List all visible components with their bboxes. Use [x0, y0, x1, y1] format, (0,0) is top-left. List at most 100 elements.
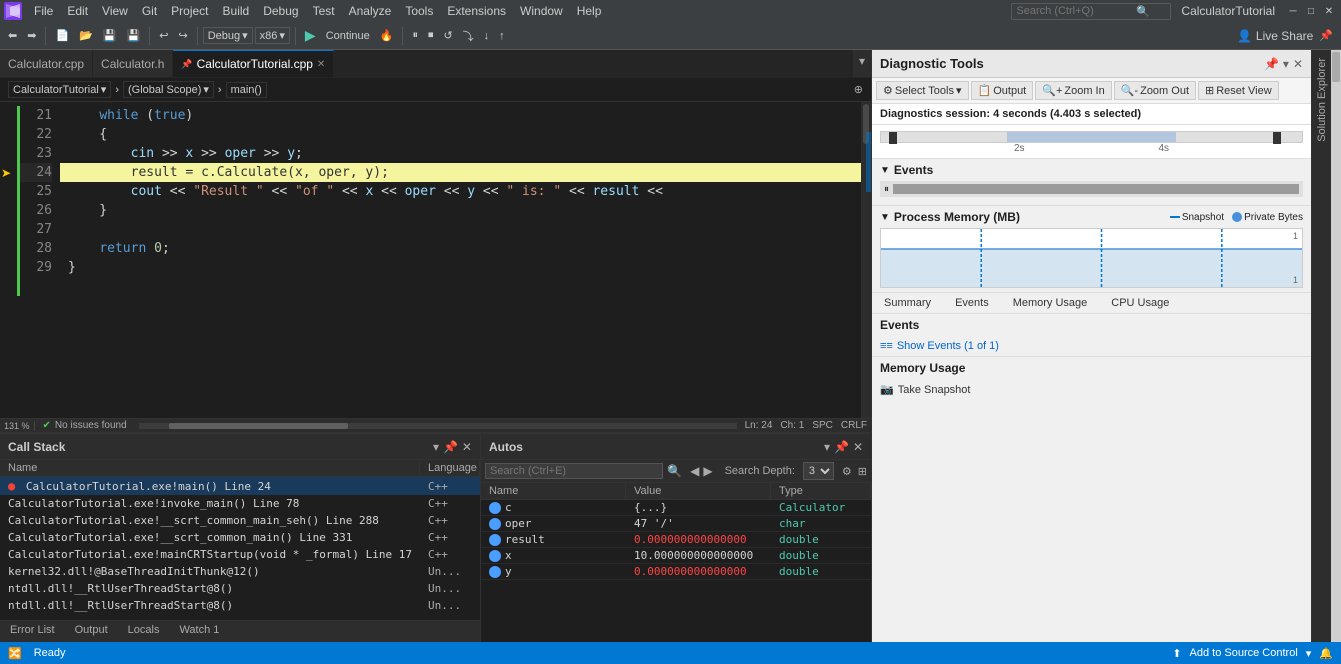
hscroll-track[interactable]: [139, 423, 737, 429]
menu-window[interactable]: Window: [514, 2, 569, 20]
menu-edit[interactable]: Edit: [61, 2, 94, 20]
take-snapshot-btn[interactable]: 📷 Take Snapshot: [872, 379, 1311, 400]
toolbar-redo-btn[interactable]: ↪: [174, 27, 191, 44]
step-out-btn[interactable]: ↑: [495, 28, 509, 44]
menu-git[interactable]: Git: [136, 2, 163, 20]
timeline-bar[interactable]: [880, 131, 1303, 143]
menu-build[interactable]: Build: [217, 2, 256, 20]
filter-btn[interactable]: ⚙: [842, 465, 852, 478]
tab-watch1[interactable]: Watch 1: [169, 621, 229, 642]
diag-tab-cpu-usage[interactable]: CPU Usage: [1099, 293, 1181, 313]
zoom-out-btn[interactable]: 🔍- Zoom Out: [1114, 81, 1196, 100]
close-button[interactable]: ✕: [1321, 3, 1337, 19]
tab-calculator-h[interactable]: Calculator.h: [93, 50, 173, 77]
expand-btn[interactable]: ⊞: [858, 465, 867, 478]
toolbar-back-btn[interactable]: ⬅: [4, 27, 21, 44]
step-into-btn[interactable]: ↓: [480, 28, 494, 44]
panel-pin-btn[interactable]: 📌: [443, 440, 458, 454]
diag-close-btn[interactable]: ✕: [1293, 57, 1303, 71]
events-header[interactable]: ▼ Events: [880, 163, 1303, 177]
diag-tab-events[interactable]: Events: [943, 293, 1001, 313]
menu-view[interactable]: View: [96, 2, 134, 20]
cs-row-4[interactable]: CalculatorTutorial.exe!mainCRTStartup(vo…: [0, 546, 480, 563]
menu-help[interactable]: Help: [571, 2, 608, 20]
autos-row-3[interactable]: x 10.000000000000000 double: [481, 548, 871, 564]
autos-dropdown-btn[interactable]: ▾: [824, 440, 830, 454]
pause-btn[interactable]: ⏸: [408, 27, 422, 44]
toolbar-save-all-btn[interactable]: 💾: [123, 27, 145, 44]
editor-hscroll[interactable]: 131 % ✔ No issues found Ln: 24 Ch: 1 SPC…: [0, 418, 871, 432]
autos-row-2[interactable]: result 0.000000000000000 double: [481, 532, 871, 548]
tab-close-icon[interactable]: ✕: [317, 59, 325, 70]
toolbar-save-btn[interactable]: 💾: [99, 27, 121, 44]
diag-vscroll[interactable]: [1331, 50, 1341, 642]
zoom-in-btn[interactable]: 🔍+ Zoom In: [1035, 81, 1111, 100]
restart-btn[interactable]: ↺: [439, 27, 456, 44]
panel-dropdown-btn[interactable]: ▾: [433, 440, 439, 454]
cs-row-1[interactable]: CalculatorTutorial.exe!invoke_main() Lin…: [0, 495, 480, 512]
toolbar-forward-btn[interactable]: ➡: [23, 27, 40, 44]
cs-row-0[interactable]: ● CalculatorTutorial.exe!main() Line 24 …: [0, 477, 480, 495]
search-box[interactable]: 🔍: [1011, 3, 1171, 20]
stop-btn[interactable]: ⏹: [424, 27, 438, 44]
menu-analyze[interactable]: Analyze: [343, 2, 398, 20]
events-pause-btn[interactable]: ⏸: [884, 184, 889, 195]
autos-row-0[interactable]: c {...} Calculator: [481, 500, 871, 516]
debug-mode-dropdown[interactable]: Debug ▾: [203, 27, 253, 44]
diag-pin-btn[interactable]: 📌: [1264, 57, 1279, 71]
timeline-right-thumb[interactable]: [1273, 132, 1281, 144]
code-editor[interactable]: ➤ 21 22 23 24 25 26 27 28 29 while (true…: [0, 102, 871, 418]
diag-tab-summary[interactable]: Summary: [872, 293, 943, 313]
tab-calculatortutorial-cpp[interactable]: 📌 CalculatorTutorial.cpp ✕: [173, 50, 334, 77]
panel-close-btn[interactable]: ✕: [462, 440, 472, 454]
menu-test[interactable]: Test: [307, 2, 341, 20]
project-dropdown[interactable]: CalculatorTutorial ▾: [8, 81, 111, 98]
live-share-button[interactable]: 👤 Live Share: [1237, 29, 1313, 43]
reset-view-btn[interactable]: ⊞ Reset View: [1198, 81, 1279, 100]
scope-dropdown[interactable]: (Global Scope) ▾: [123, 81, 214, 98]
hot-reload-btn[interactable]: 🔥: [376, 27, 398, 44]
editor-settings-btn[interactable]: ⊕: [854, 83, 863, 96]
show-events-btn[interactable]: ≡≡ Show Events (1 of 1): [872, 336, 1311, 356]
cs-row-3[interactable]: CalculatorTutorial.exe!__scrt_common_mai…: [0, 529, 480, 546]
solution-explorer-label[interactable]: Solution Explorer: [1312, 50, 1332, 150]
timeline-left-thumb[interactable]: [889, 132, 897, 144]
platform-dropdown[interactable]: x86 ▾: [255, 27, 290, 44]
function-dropdown[interactable]: main(): [226, 82, 267, 98]
cs-row-2[interactable]: CalculatorTutorial.exe!__scrt_common_mai…: [0, 512, 480, 529]
menu-project[interactable]: Project: [165, 2, 214, 20]
toolbar-pin-btn[interactable]: 📌: [1315, 27, 1337, 44]
timeline[interactable]: 2s 4s: [872, 125, 1311, 159]
step-over-btn[interactable]: ⤵: [459, 26, 478, 46]
code-content[interactable]: while (true) { cin >> x >> oper >> y; re…: [60, 102, 861, 418]
menu-tools[interactable]: Tools: [399, 2, 439, 20]
autos-pin-btn[interactable]: 📌: [834, 440, 849, 454]
cs-row-6[interactable]: ntdll.dll!__RtlUserThreadStart@8() Un...: [0, 580, 480, 597]
autos-search-input[interactable]: [485, 463, 663, 479]
tab-calculator-cpp[interactable]: Calculator.cpp: [0, 50, 93, 77]
continue-button[interactable]: ▶: [301, 25, 320, 46]
output-btn[interactable]: 📋 Output: [971, 81, 1034, 100]
nav-back-icon[interactable]: ◀: [690, 464, 699, 478]
menu-debug[interactable]: Debug: [257, 2, 304, 20]
hscroll-thumb[interactable]: [169, 423, 348, 429]
toolbar-undo-btn[interactable]: ↩: [155, 27, 172, 44]
toolbar-new-btn[interactable]: 📄: [51, 27, 73, 44]
nav-forward-icon[interactable]: ▶: [703, 464, 712, 478]
cs-row-5[interactable]: kernel32.dll!@BaseThreadInitThunk@12() U…: [0, 563, 480, 580]
toolbar-open-btn[interactable]: 📂: [75, 27, 97, 44]
autos-close-btn[interactable]: ✕: [853, 440, 863, 454]
tab-overflow-btn[interactable]: ▾: [853, 50, 871, 77]
diag-tab-memory-usage[interactable]: Memory Usage: [1001, 293, 1100, 313]
tab-locals[interactable]: Locals: [118, 621, 170, 642]
maximize-button[interactable]: □: [1303, 3, 1319, 19]
diag-vscroll-thumb[interactable]: [1332, 52, 1340, 82]
cs-row-7[interactable]: ntdll.dll!__RtlUserThreadStart@8() Un...: [0, 597, 480, 614]
search-input[interactable]: [1016, 5, 1136, 17]
menu-extensions[interactable]: Extensions: [441, 2, 512, 20]
editor-vscroll[interactable]: [861, 102, 871, 418]
autos-row-1[interactable]: oper 47 '/' char: [481, 516, 871, 532]
menu-file[interactable]: File: [28, 2, 59, 20]
autos-row-4[interactable]: y 0.000000000000000 double: [481, 564, 871, 580]
diag-dropdown-btn[interactable]: ▾: [1283, 57, 1289, 71]
